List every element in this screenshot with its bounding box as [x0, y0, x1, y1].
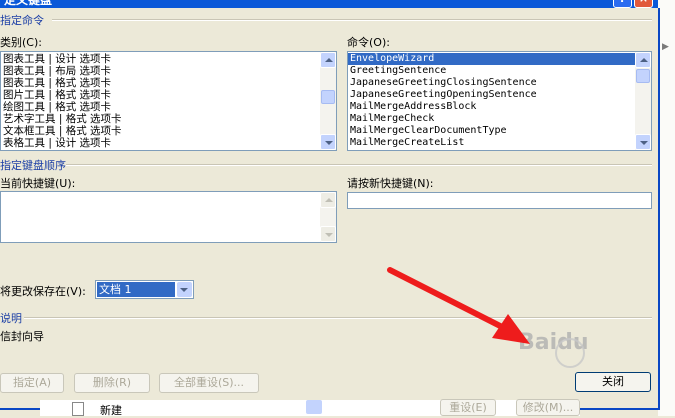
commands-label: 命令(O):	[347, 36, 390, 49]
commands-listbox[interactable]: EnvelopeWizard GreetingSentence JapaneseGr…	[347, 51, 652, 151]
chevron-right-icon: ▶	[662, 42, 669, 52]
group-separator	[66, 164, 652, 166]
dropdown-arrow-icon[interactable]	[177, 282, 192, 297]
command-item[interactable]: EnvelopeWizard	[348, 53, 651, 65]
document-icon	[72, 402, 84, 416]
categories-label: 类别(C):	[0, 36, 42, 49]
underlying-window-strip: 新建 重设(E) 修改(M)...	[40, 399, 580, 417]
title-bar: 定义键盘 ? ×	[0, 0, 660, 8]
baidu-paw-icon	[555, 338, 585, 368]
category-item[interactable]: 表格工具 | 设计 选项卡	[1, 137, 336, 149]
command-item[interactable]: JapaneseGreetingClosingSentence	[348, 77, 651, 89]
current-keys-scrollbar[interactable]	[320, 192, 336, 242]
save-changes-dropdown[interactable]: 文档 1	[95, 280, 194, 299]
help-icon[interactable]: ?	[613, 0, 632, 8]
command-item[interactable]: MailMergeCreateList	[348, 137, 651, 149]
arrow-annotation-icon	[387, 267, 530, 344]
new-shortcut-label: 请按新快捷键(N):	[347, 177, 434, 190]
group-separator	[52, 19, 652, 21]
categories-listbox[interactable]: 图表工具 | 设计 选项卡 图表工具 | 布局 选项卡 图表工具 | 格式 选项卡图…	[0, 51, 337, 151]
current-keys-listbox[interactable]	[0, 191, 337, 243]
description-group-label: 说明	[0, 312, 22, 325]
arrow-shaft	[387, 267, 511, 333]
save-changes-label: 将更改保存在(V):	[0, 285, 86, 298]
arrow-head	[492, 314, 530, 344]
categories-scrollbar[interactable]	[320, 52, 336, 150]
dialog-title: 定义键盘	[4, 0, 53, 7]
key-sequence-group-label: 指定键盘顺序	[0, 159, 66, 172]
remove-button[interactable]: 删除(R)	[74, 373, 150, 393]
background-panel	[658, 0, 675, 416]
category-item[interactable]: 图表工具 | 格式 选项卡	[1, 77, 336, 89]
command-item[interactable]: MailMergeAddressBlock	[348, 101, 651, 113]
save-changes-value: 文档 1	[97, 282, 175, 297]
modify-button[interactable]: 修改(M)...	[516, 399, 580, 416]
commands-scrollbar[interactable]	[635, 52, 651, 150]
category-item[interactable]: 文本框工具 | 格式 选项卡	[1, 125, 336, 137]
reset-underlying-button[interactable]: 重设(E)	[440, 399, 496, 416]
reset-all-button[interactable]: 全部重设(S)...	[159, 373, 259, 393]
assign-button[interactable]: 指定(A)	[0, 373, 64, 393]
category-item[interactable]: 图表工具 | 布局 选项卡	[1, 65, 336, 77]
new-shortcut-input[interactable]	[347, 192, 652, 209]
current-keys-label: 当前快捷键(U):	[0, 177, 76, 190]
scroll-up-icon[interactable]	[320, 52, 336, 68]
category-item[interactable]: 图片工具 | 格式 选项卡	[1, 89, 336, 101]
group-separator	[24, 317, 652, 319]
scroll-down-icon[interactable]	[635, 134, 651, 150]
scroll-down-icon[interactable]	[320, 134, 336, 150]
description-text: 信封向导	[0, 330, 44, 343]
command-item[interactable]: MailMergeCheck	[348, 113, 651, 125]
command-item[interactable]: MailMergeClearDocumentType	[348, 125, 651, 137]
scroll-up-icon[interactable]	[635, 52, 651, 68]
specify-command-group-label: 指定命令	[0, 14, 44, 27]
scroll-down-icon[interactable]	[320, 226, 336, 242]
scroll-up-icon[interactable]	[320, 192, 336, 208]
category-item[interactable]: 艺术字工具 | 格式 选项卡	[1, 113, 336, 125]
chevron-down-icon[interactable]	[306, 400, 322, 414]
close-button[interactable]: 关闭	[575, 372, 651, 392]
category-item[interactable]: 图表工具 | 设计 选项卡	[1, 53, 336, 65]
command-item[interactable]: JapaneseGreetingOpeningSentence	[348, 89, 651, 101]
category-item[interactable]: 绘图工具 | 格式 选项卡	[1, 101, 336, 113]
close-icon[interactable]: ×	[634, 0, 653, 8]
command-item[interactable]: GreetingSentence	[348, 65, 651, 77]
scroll-thumb[interactable]	[321, 90, 335, 104]
scroll-thumb[interactable]	[636, 69, 650, 83]
